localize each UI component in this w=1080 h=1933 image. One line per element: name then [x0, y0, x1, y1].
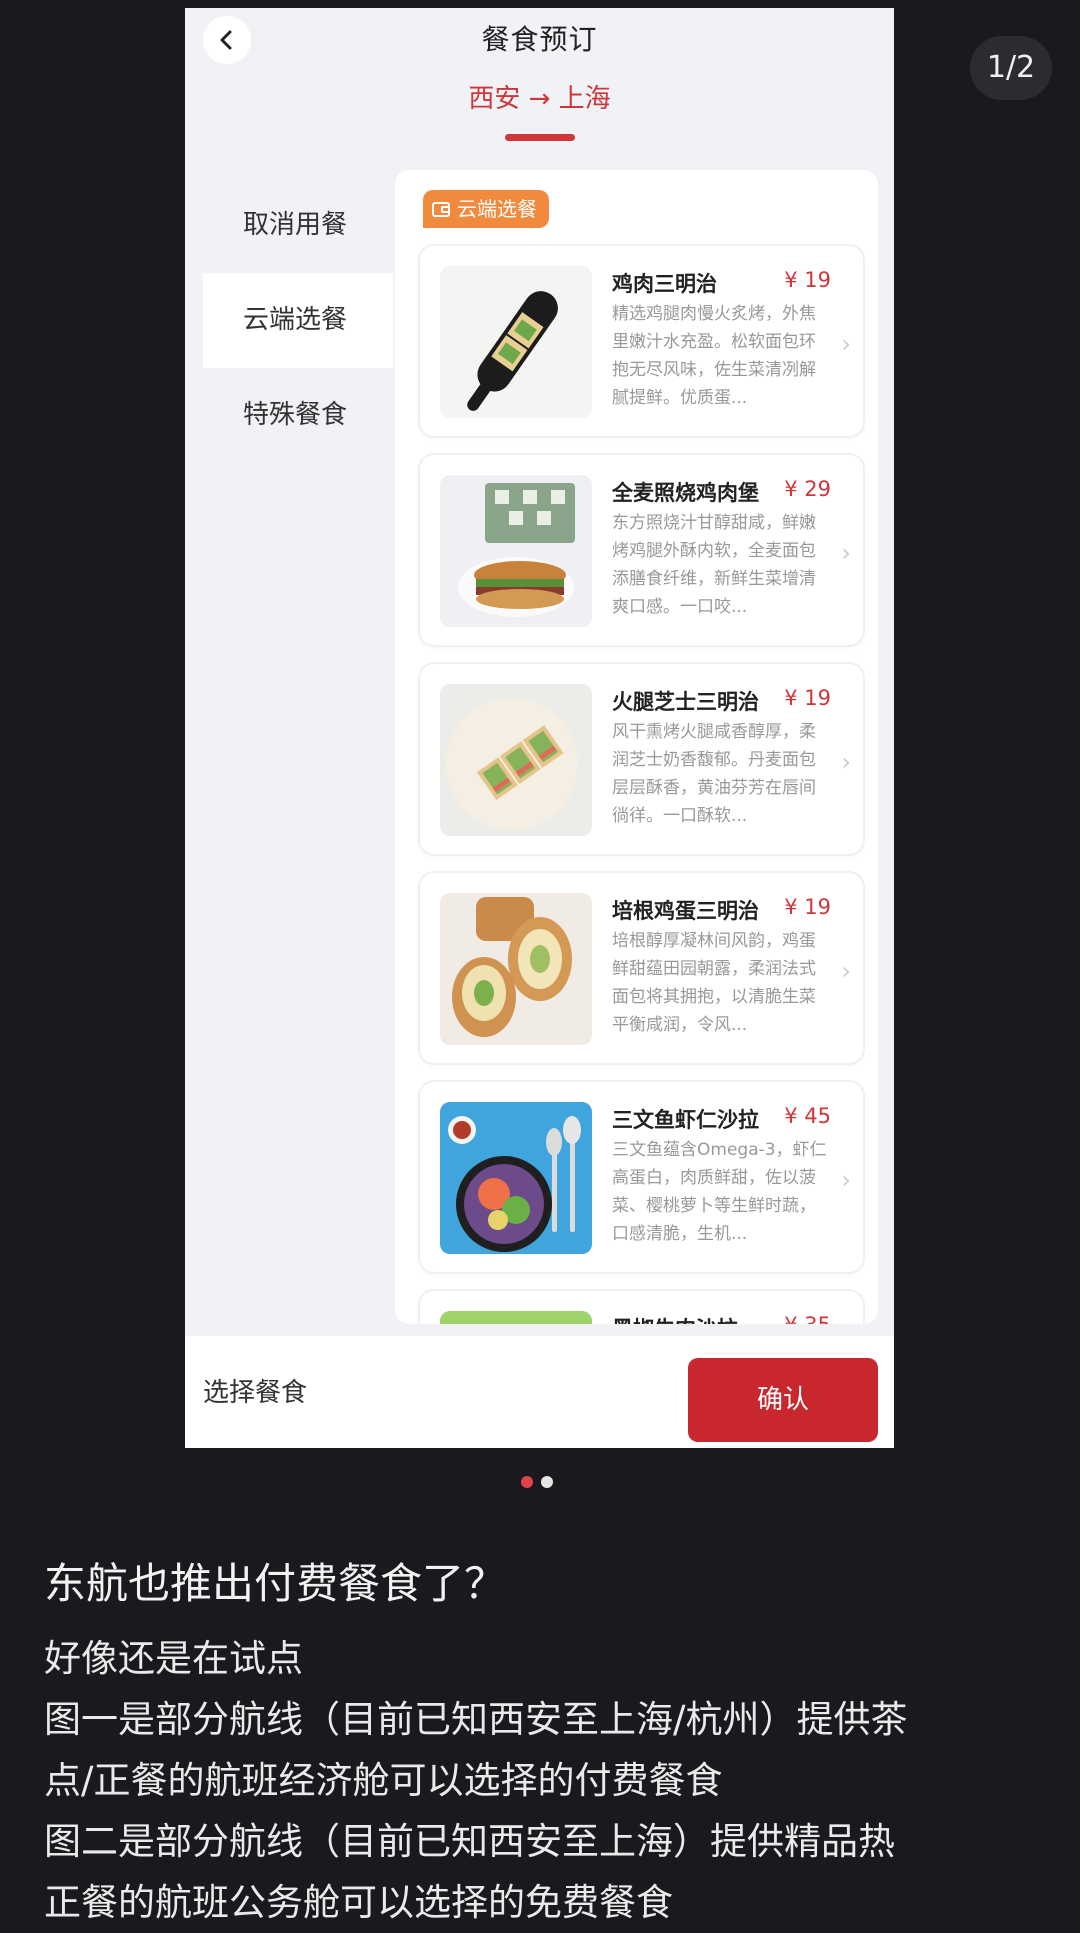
confirm-button[interactable]: 确认	[688, 1358, 878, 1442]
page-title: 餐食预订	[481, 23, 598, 56]
route-tab[interactable]: 西安 → 上海	[185, 78, 894, 115]
cloud-meal-badge-label: 云端选餐	[457, 197, 537, 221]
meal-name: 鸡肉三明治	[612, 272, 717, 296]
meal-card[interactable]: 培根鸡蛋三明治 ¥ 19 培根醇厚凝林间风韵，鸡蛋鲜甜蕴田园朝露，柔润法式面包将…	[420, 873, 863, 1063]
meal-name: 培根鸡蛋三明治	[612, 899, 759, 923]
chevron-right-icon: ›	[841, 1166, 851, 1194]
side-nav-special-meal[interactable]: 特殊餐食	[203, 368, 393, 463]
meal-name: 黑椒牛肉沙拉	[612, 1313, 738, 1324]
meal-card[interactable]: 全麦照烧鸡肉堡 ¥ 29 东方照烧汁甘醇甜咸，鲜嫩烤鸡腿外酥内软，全麦面包添膳食…	[420, 455, 863, 645]
post-body: 好像还是在试点 图一是部分航线（目前已知西安至上海/杭州）提供茶 点/正餐的航班…	[44, 1628, 1044, 1933]
chevron-right-icon: ›	[841, 539, 851, 567]
meal-price: ¥ 19	[784, 895, 831, 919]
meal-price: ¥ 19	[784, 686, 831, 710]
meal-description: 三文鱼蕴含Omega-3，虾仁高蛋白，肉质鲜甜，佐以菠菜、樱桃萝卜等生鲜时蔬，口…	[612, 1140, 827, 1244]
meal-description: 东方照烧汁甘醇甜咸，鲜嫩烤鸡腿外酥内软，全麦面包添膳食纤维，新鲜生菜增清爽口感。…	[612, 513, 816, 617]
meal-description: 精选鸡腿肉慢火炙烤，外焦里嫩汁水充盈。松软面包环抱无尽风味，佐生菜清冽解腻提鲜。…	[612, 304, 816, 408]
route-tab-indicator	[505, 134, 575, 141]
meal-card[interactable]: 黑椒牛肉沙拉 ¥ 35	[420, 1291, 863, 1324]
meal-photo	[440, 475, 592, 627]
post-line: 图二是部分航线（目前已知西安至上海）提供精品热	[44, 1820, 895, 1863]
side-nav-cloud-meal[interactable]: 云端选餐	[203, 273, 393, 368]
side-nav-cancel-meal[interactable]: 取消用餐	[203, 178, 393, 273]
meal-photo	[440, 684, 592, 836]
post-line: 好像还是在试点	[44, 1637, 303, 1680]
chevron-right-icon: ›	[841, 330, 851, 358]
meal-name: 火腿芝士三明治	[612, 690, 759, 714]
image-counter: 1/2	[970, 36, 1052, 100]
post-title: 东航也推出付费餐食了？	[44, 1559, 507, 1608]
meal-card[interactable]: 鸡肉三明治 ¥ 19 精选鸡腿肉慢火炙烤，外焦里嫩汁水充盈。松软面包环抱无尽风味…	[420, 246, 863, 436]
meal-price: ¥ 19	[784, 268, 831, 292]
post-line: 图一是部分航线（目前已知西安至上海/杭州）提供茶	[44, 1698, 908, 1741]
carousel-dots	[521, 1476, 553, 1488]
meal-photo	[440, 1102, 592, 1254]
post-line: 正餐的航班公务舱可以选择的免费餐食	[44, 1881, 673, 1924]
meal-description: 培根醇厚凝林间风韵，鸡蛋鲜甜蕴田园朝露，柔润法式面包将其拥抱，以清脆生菜平衡咸润…	[612, 931, 816, 1035]
carousel-dot[interactable]	[541, 1476, 553, 1488]
chevron-right-icon: ›	[841, 748, 851, 776]
meal-name: 三文鱼虾仁沙拉	[612, 1108, 759, 1132]
meal-item-list: 鸡肉三明治 ¥ 19 精选鸡腿肉慢火炙烤，外焦里嫩汁水充盈。松软面包环抱无尽风味…	[420, 246, 863, 1324]
meal-price: ¥ 35	[784, 1313, 831, 1324]
meal-price: ¥ 29	[784, 477, 831, 501]
meal-photo	[440, 1311, 592, 1324]
cloud-meal-badge: 云端选餐	[423, 190, 549, 228]
select-meal-label: 选择餐食	[203, 1378, 308, 1408]
meal-description: 风干熏烤火腿咸香醇厚，柔润芝士奶香馥郁。丹麦面包层层酥香，黄油芬芳在唇间徜徉。一…	[612, 722, 816, 826]
side-nav: 取消用餐 云端选餐 特殊餐食	[203, 178, 393, 463]
wallet-icon	[432, 202, 450, 217]
app-screenshot: 餐食预订 西安 → 上海 取消用餐 云端选餐 特殊餐食 云端选餐 鸡肉三明治 ¥…	[185, 8, 894, 1448]
meal-photo	[440, 893, 592, 1045]
bottom-bar: 选择餐食 确认	[185, 1336, 894, 1448]
chevron-right-icon: ›	[841, 957, 851, 985]
meal-photo	[440, 266, 592, 418]
meal-price: ¥ 45	[784, 1104, 831, 1128]
post-line: 点/正餐的航班经济舱可以选择的付费餐食	[44, 1759, 723, 1802]
carousel-dot-active[interactable]	[521, 1476, 533, 1488]
meal-name: 全麦照烧鸡肉堡	[612, 481, 759, 505]
meal-card[interactable]: 三文鱼虾仁沙拉 ¥ 45 三文鱼蕴含Omega-3，虾仁高蛋白，肉质鲜甜，佐以菠…	[420, 1082, 863, 1272]
meal-list-panel: 云端选餐 鸡肉三明治 ¥ 19 精选鸡腿肉慢火炙烤，外焦里嫩汁水充盈。松软面包环…	[395, 170, 878, 1324]
meal-card[interactable]: 火腿芝士三明治 ¥ 19 风干熏烤火腿咸香醇厚，柔润芝士奶香馥郁。丹麦面包层层酥…	[420, 664, 863, 854]
